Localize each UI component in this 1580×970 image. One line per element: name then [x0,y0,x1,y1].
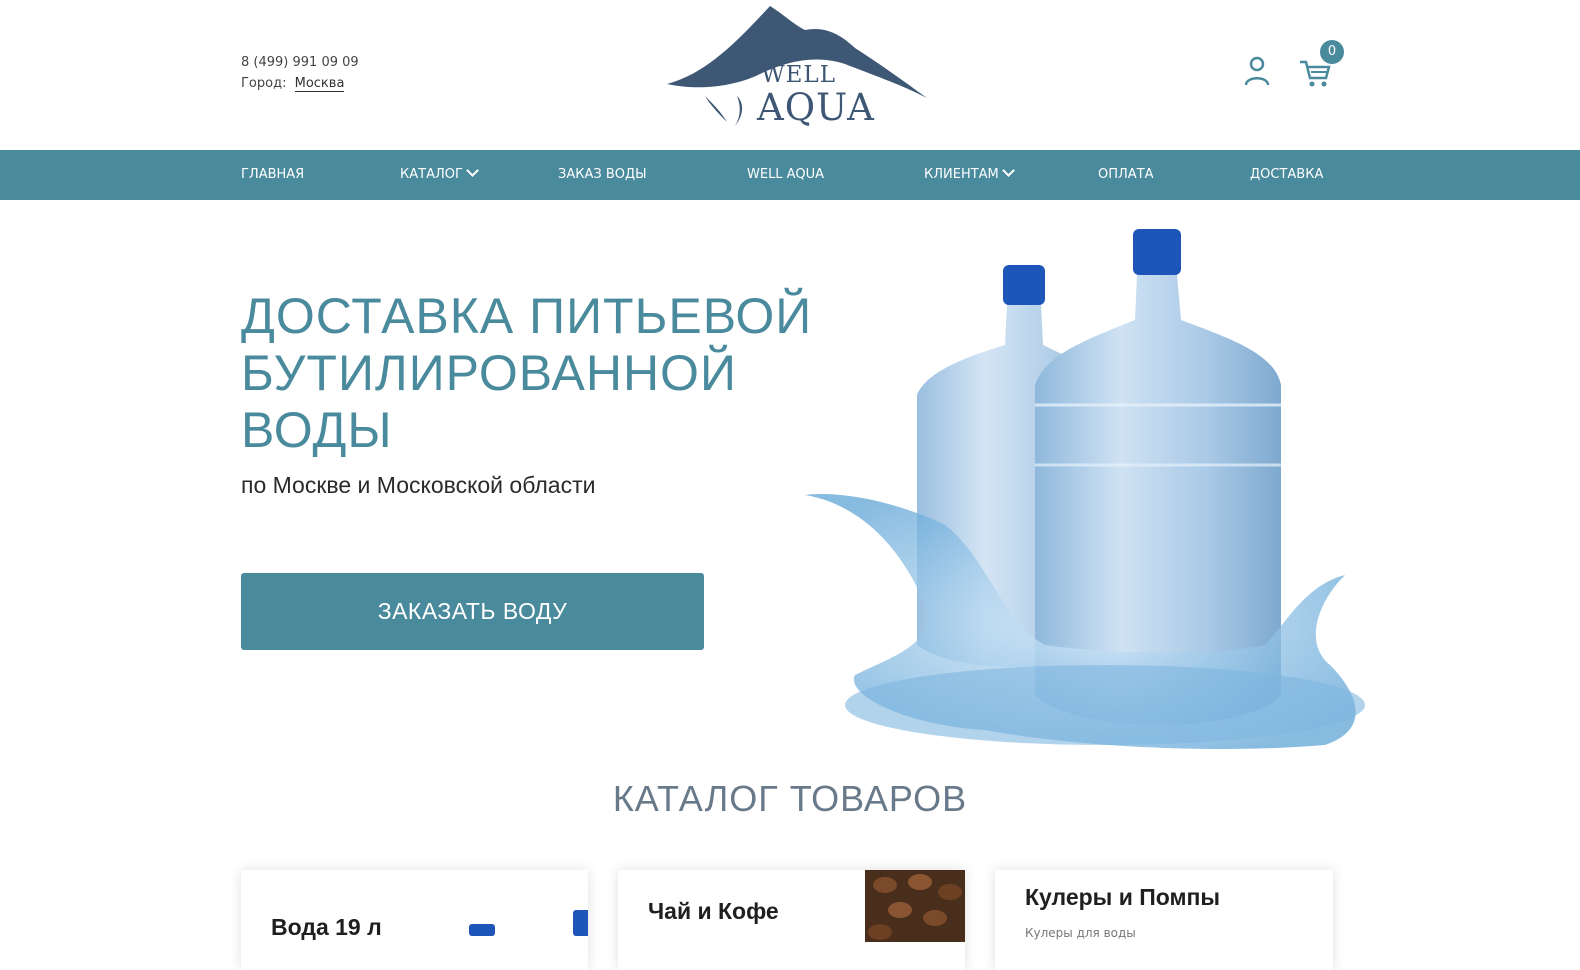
card-title: Вода 19 л [271,914,382,940]
hero-title-line: ВОДЫ [241,402,393,458]
nav-item-label: ОПЛАТА [1098,167,1154,182]
header-actions: 0 [1240,40,1350,90]
card-subtitle: Кулеры для воды [1025,926,1136,940]
nav-item-label: КЛИЕНТАМ [924,167,999,182]
nav-item-catalog[interactable]: КАТАЛОГ [400,150,479,200]
nav-item-delivery[interactable]: ДОСТАВКА [1250,150,1323,200]
chevron-down-icon [1001,164,1015,177]
user-icon[interactable] [1240,54,1274,88]
catalog-card-water[interactable]: Вода 19 л [241,870,588,970]
city-selector[interactable]: Москва [294,76,345,92]
nav-item-label: КАТАЛОГ [400,167,463,182]
hero-title-line: ДОСТАВКА ПИТЬЕВОЙ [241,288,813,344]
main-nav: ГЛАВНАЯ КАТАЛОГ ЗАКАЗ ВОДЫ WELL AQUA КЛИ… [0,150,1580,200]
water-bottle-thumbnail [469,910,588,936]
nav-item-label: WELL AQUA [747,167,824,182]
coffee-beans-thumbnail [865,870,965,942]
contacts-block: 8 (499) 991 09 09 Город: Москва [241,52,359,94]
cart-count-badge: 0 [1320,40,1344,64]
order-water-button[interactable]: ЗАКАЗАТЬ ВОДУ [241,573,704,650]
water-bottles-image [785,225,1375,765]
nav-item-label: ЗАКАЗ ВОДЫ [558,167,647,182]
logo-text-aqua: AQUA [757,86,875,129]
city-row: Город: Москва [241,73,359,94]
hero-title-line: БУТИЛИРОВАННОЙ [241,345,737,401]
logo-text-well: WELL [761,62,836,88]
chevron-down-icon [466,164,479,177]
nav-item-well-aqua[interactable]: WELL AQUA [747,150,824,200]
catalog-title: КАТАЛОГ ТОВАРОВ [612,778,968,819]
nav-item-clients[interactable]: КЛИЕНТАМ [924,150,1015,200]
nav-item-label: ГЛАВНАЯ [241,167,305,182]
nav-item-home[interactable]: ГЛАВНАЯ [241,150,304,200]
nav-item-water-order[interactable]: ЗАКАЗ ВОДЫ [558,150,647,200]
card-title: Чай и Кофе [648,898,779,924]
catalog-card-tea-coffee[interactable]: Чай и Кофе [618,870,965,970]
nav-item-label: ДОСТАВКА [1250,167,1324,182]
nav-item-payment[interactable]: ОПЛАТА [1098,150,1154,200]
hero-subtitle: по Москве и Московской области [241,472,596,498]
site-logo[interactable]: WELL AQUA [665,4,930,130]
city-label: Город: [241,76,287,91]
catalog-card-coolers[interactable]: Кулеры и Помпы Кулеры для воды [995,870,1333,970]
card-title: Кулеры и Помпы [1025,884,1221,910]
site-header: 8 (499) 991 09 09 Город: Москва WELL AQU… [0,0,1580,150]
phone-link[interactable]: 8 (499) 991 09 09 [241,52,359,73]
